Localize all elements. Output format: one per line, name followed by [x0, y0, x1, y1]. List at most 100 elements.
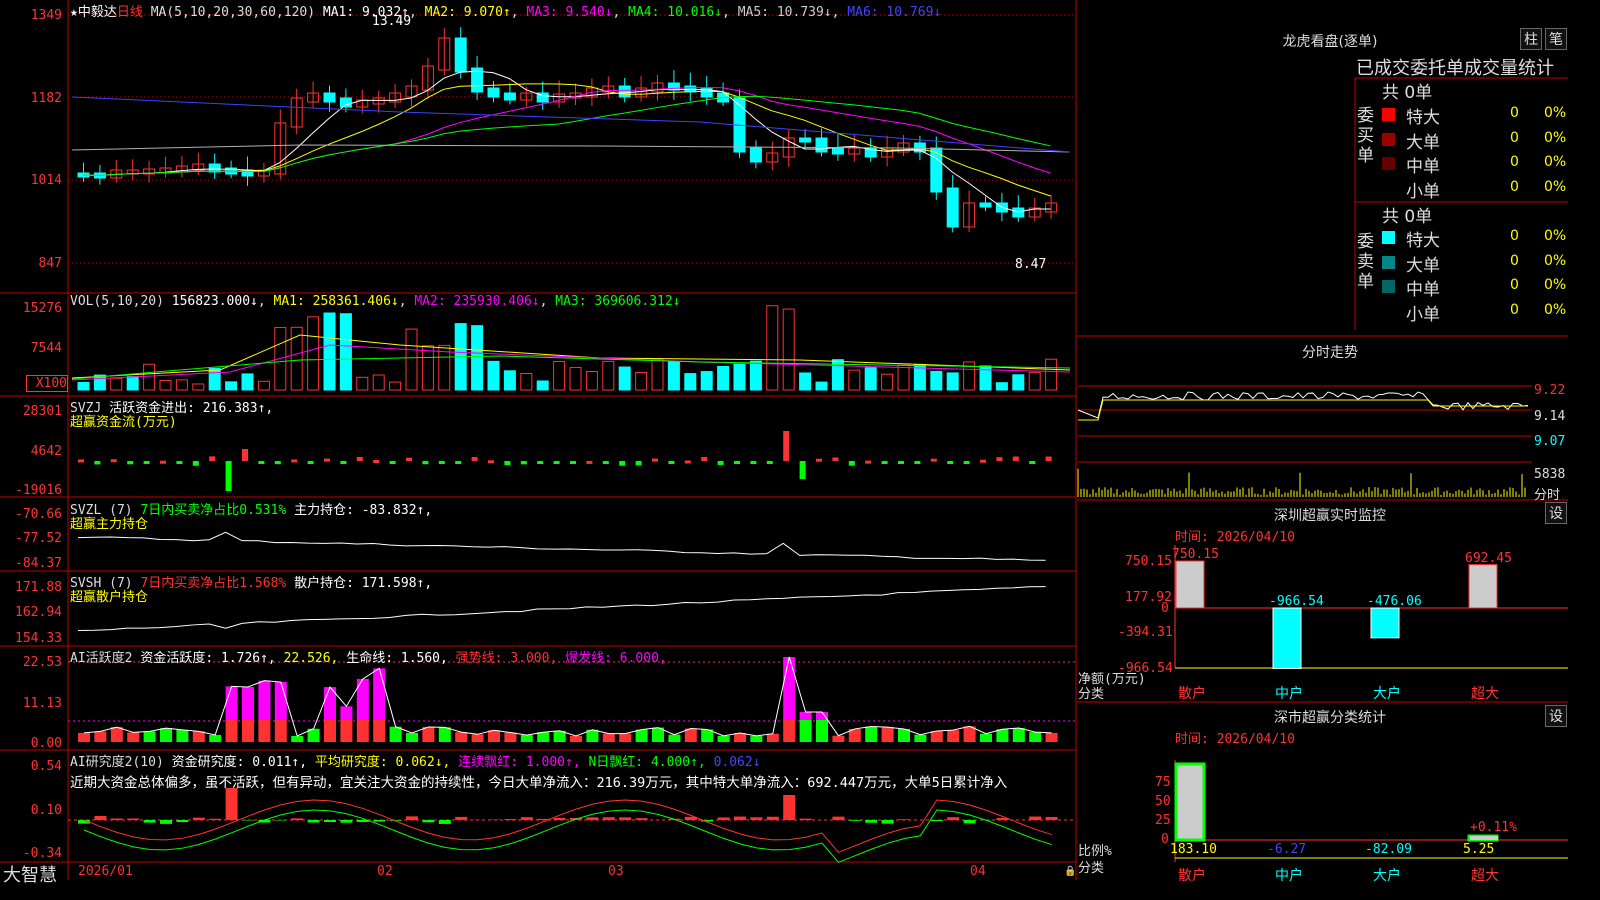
high-price-label: 13.49	[372, 14, 412, 29]
research-bar	[520, 817, 533, 820]
lock-icon[interactable]: 🔒	[1064, 866, 1076, 877]
bar-mode-button[interactable]: 柱	[1520, 28, 1542, 50]
volume-bar	[749, 360, 762, 391]
activity-bar	[980, 733, 992, 742]
research-bar	[783, 795, 796, 820]
ai2-description: 近期大资金总体偏多，虽不活跃，但有异动，宜关注大资金的持续性，今日大单净流入：2…	[70, 775, 1008, 791]
activity-bar	[78, 732, 90, 742]
fund-flow-bar	[274, 461, 281, 465]
vol-ma3: MA3: 369606.312↓	[555, 294, 681, 309]
stock-name: 中毅达	[77, 5, 117, 20]
date-axis-mar: 03	[608, 864, 624, 879]
fund-flow-bar	[504, 461, 511, 466]
volume-bar	[569, 366, 582, 391]
fund-flow-bar	[471, 457, 478, 461]
activity-bar	[160, 728, 172, 742]
fund-flow-bar	[537, 461, 544, 464]
research-bar	[176, 820, 189, 823]
fund-flow-bar	[750, 461, 757, 464]
svzj-axis-2: 4642	[30, 444, 62, 459]
vol-value: 156823.000↓	[171, 294, 258, 309]
fund-flow-bar	[963, 461, 970, 464]
ai2-d: N日飘红: 4.000↑,	[588, 755, 706, 770]
ai1-axis-1: 22.53	[22, 655, 62, 670]
fund-flow-bar	[209, 456, 216, 461]
research-bar	[865, 820, 878, 823]
volume-bar	[389, 381, 402, 391]
volume-bar	[766, 305, 779, 391]
activity-bar	[668, 734, 681, 742]
activity-bar	[537, 732, 550, 742]
research-bar	[1029, 816, 1042, 820]
activity-bar	[291, 735, 304, 742]
ai1-a: 资金活跃度: 1.726↑,	[140, 651, 276, 666]
order-row-小单: 小单 0 0%	[1382, 177, 1568, 202]
volume-bar	[175, 379, 188, 391]
fund-flow-bar	[78, 459, 84, 463]
star-icon[interactable]: ★	[70, 5, 78, 20]
monitor-category-label: 超大	[1471, 686, 1499, 702]
fund-flow-bar	[783, 431, 790, 461]
monitor-category-label: 中户	[1275, 686, 1303, 702]
svzl-subtitle: 超赢主力持仓	[70, 517, 149, 532]
tick-mode-button[interactable]: 笔	[1545, 28, 1567, 50]
monitor-bar	[1370, 607, 1400, 639]
activity-bar-top	[799, 712, 812, 720]
price-header: ★中毅达日线 MA(5,10,20,30,60,120) MA1: 9.032↑…	[70, 5, 942, 20]
fund-flow-bar	[684, 460, 691, 464]
fund-flow-bar	[94, 461, 101, 465]
monitor-category-label: 散户	[1178, 686, 1206, 702]
volume-bar	[323, 312, 336, 391]
volume-bar	[356, 376, 369, 391]
svzl-text2: 主力持仓: -83.832↑,	[294, 503, 433, 518]
vol-axis-2: 7544	[30, 341, 62, 356]
ma1-line	[82, 70, 1051, 213]
activity-bar	[504, 732, 517, 742]
volume-bar	[1028, 371, 1041, 391]
research-bar	[848, 820, 861, 821]
research-bar	[832, 816, 845, 820]
date-axis-jan: 2026/01	[78, 864, 133, 879]
activity-bar	[422, 726, 435, 742]
fund-flow-bar	[816, 458, 822, 462]
activity-bar	[635, 729, 648, 742]
activity-bar	[619, 733, 632, 742]
vol-unit-button[interactable]: X100	[26, 375, 68, 392]
ai2-a: 资金研究度: 0.011↑,	[171, 755, 308, 770]
volume-bar	[635, 372, 648, 391]
sz-monitor-settings-button[interactable]: 设	[1545, 502, 1567, 524]
activity-bar	[455, 732, 468, 742]
activity-bar-top	[274, 682, 287, 720]
candle-body	[618, 85, 631, 98]
volume-bar	[339, 313, 352, 391]
sz-monitor-axis-3: 0	[1161, 601, 1169, 616]
activity-bar-top	[225, 686, 238, 720]
candle-body	[799, 137, 812, 143]
sz-class-settings-button[interactable]: 设	[1545, 705, 1567, 727]
class-bar-label: -82.09	[1365, 842, 1412, 857]
activity-bar	[947, 730, 960, 742]
volume-bar	[208, 367, 221, 391]
ma5-value: MA5: 10.739↓	[737, 5, 832, 20]
candle-body	[946, 187, 959, 228]
activity-bar	[373, 720, 386, 742]
activity-bar	[471, 734, 484, 742]
low-price-label: 8.47	[1015, 257, 1047, 272]
fund-flow-bar	[668, 461, 675, 464]
longhu-tab[interactable]: 已成交委托单成交量统计	[1356, 54, 1554, 80]
activity-bar-top	[258, 680, 271, 720]
volume-bar	[602, 360, 615, 391]
ai1-e: 爆发线: 6.000,	[565, 651, 667, 666]
volume-bar	[405, 328, 418, 391]
ai1-d: 强势线: 3.000,	[455, 651, 558, 666]
ai2-header: AI研究度2(10) 资金研究度: 0.011↑, 平均研究度: 0.062↓,…	[70, 751, 761, 770]
order-row-特大: 特大 0 0%	[1382, 103, 1568, 128]
volume-bar	[848, 369, 861, 391]
research-bar	[717, 817, 730, 820]
fund-flow-bar	[848, 461, 855, 466]
fund-flow-bar	[520, 461, 527, 465]
period-label[interactable]: 日线	[117, 5, 143, 20]
ai2-axis-3: -0.34	[22, 846, 62, 861]
sz-class-axis-3: 25	[1155, 813, 1171, 828]
research-bar	[881, 820, 894, 824]
